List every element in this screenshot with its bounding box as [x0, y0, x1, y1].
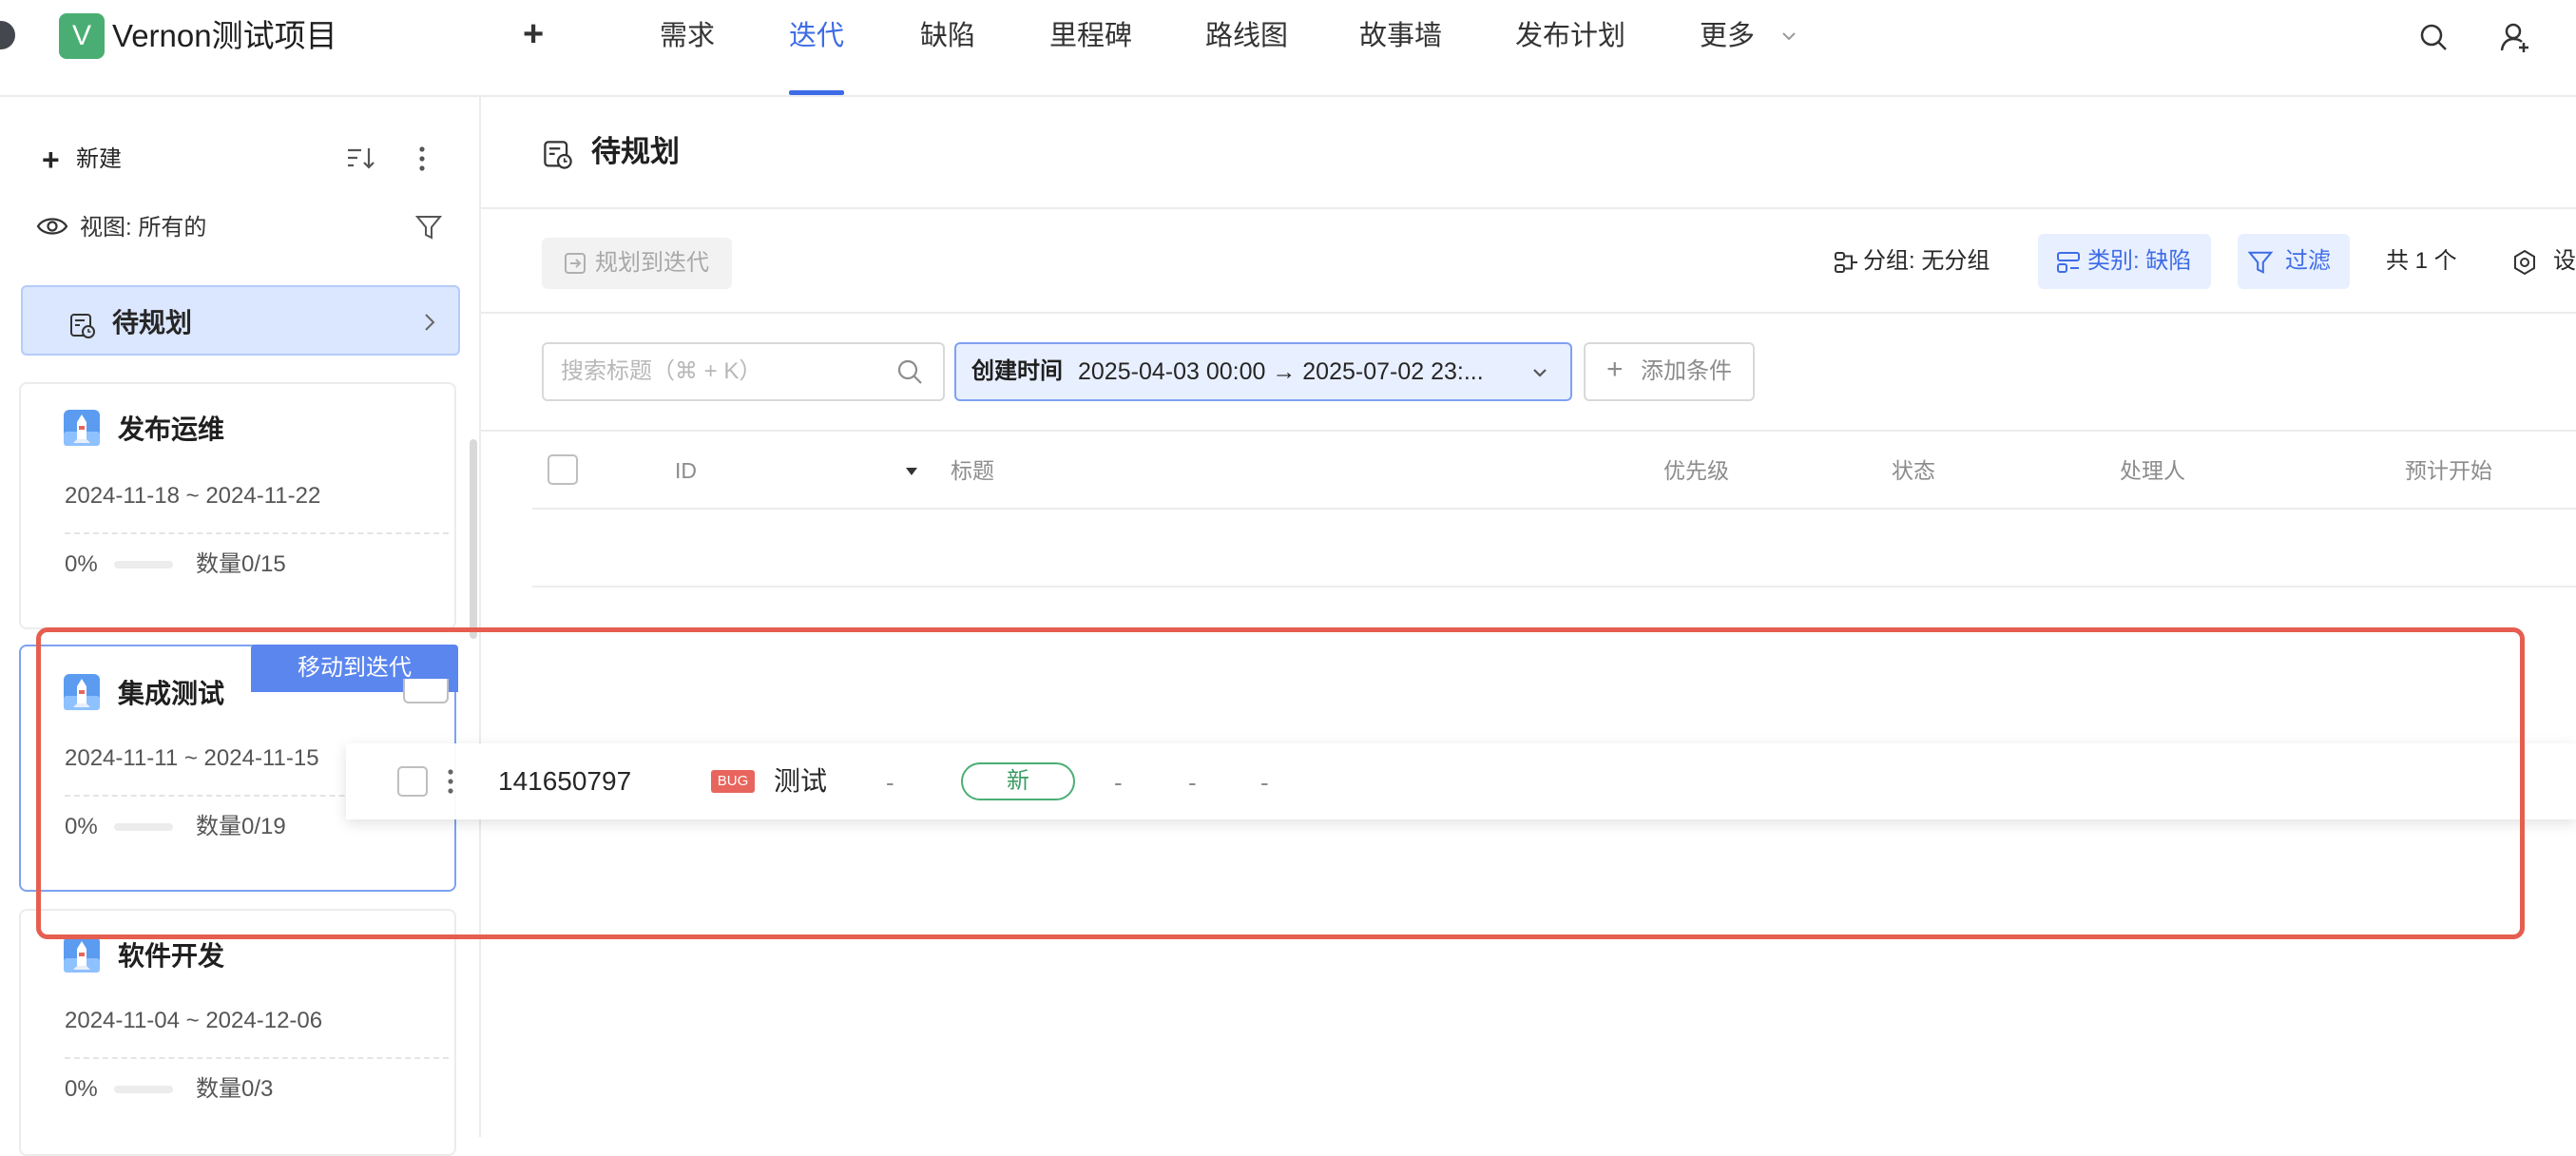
bug-badge: BUG: [711, 770, 755, 793]
row-checkbox[interactable]: [397, 766, 428, 797]
divider: [65, 532, 449, 534]
filter-label: 过滤: [2285, 248, 2331, 274]
plus-icon: +: [1606, 354, 1624, 385]
sort-icon[interactable]: [346, 144, 378, 173]
group-by-selector[interactable]: 分组: 无分组: [1863, 245, 1990, 278]
nav-tab-defects[interactable]: 缺陷: [920, 17, 975, 55]
filter-value: 2025-04-03 00:00 → 2025-07-02 23:...: [1078, 358, 1484, 385]
iteration-progress-bar: [114, 561, 173, 568]
backlog-icon: [68, 312, 97, 340]
iteration-dates: 2024-11-18 ~ 2024-11-22: [65, 483, 321, 509]
column-header-status[interactable]: 状态: [1892, 454, 1935, 487]
plus-icon[interactable]: +: [42, 144, 60, 175]
eye-icon: [36, 215, 68, 238]
iteration-icon: [63, 409, 101, 447]
search-icon[interactable]: [2417, 21, 2450, 53]
row-title[interactable]: 测试: [774, 764, 827, 799]
more-options-icon[interactable]: [411, 143, 433, 175]
iteration-progress-percent: 0%: [65, 1076, 98, 1102]
column-header-title[interactable]: 标题: [951, 454, 994, 487]
column-header-assignee[interactable]: 处理人: [2120, 454, 2185, 487]
user-icon[interactable]: [2499, 21, 2531, 53]
iteration-title: 发布运维: [118, 414, 225, 444]
iteration-count: 数量0/19: [196, 814, 286, 839]
add-condition-label: 添加条件: [1641, 358, 1732, 384]
drag-handle-icon[interactable]: [445, 766, 456, 797]
nav-tab-release-plan[interactable]: 发布计划: [1515, 17, 1625, 55]
iteration-progress-bar: [114, 1086, 173, 1093]
filter-icon[interactable]: [414, 213, 443, 241]
iteration-count: 数量0/15: [196, 551, 286, 577]
type-icon: [2055, 249, 2082, 276]
iteration-progress-bar: [114, 823, 173, 831]
card-action-button[interactable]: [403, 679, 449, 703]
filter-key: 创建时间: [971, 358, 1063, 384]
add-button[interactable]: +: [523, 13, 544, 55]
group-icon: [1833, 249, 1859, 276]
column-header-id[interactable]: ID: [675, 454, 697, 487]
nav-tab-story-wall[interactable]: 故事墙: [1359, 17, 1442, 55]
divider: [481, 430, 2576, 432]
type-filter-label: 类别: 缺陷: [2087, 248, 2192, 274]
project-logo: V: [59, 13, 105, 59]
nav-tab-more[interactable]: 更多: [1700, 17, 1755, 55]
plan-button-label: 规划到迭代: [595, 250, 709, 276]
column-header-planned-start[interactable]: 预计开始: [2405, 454, 2492, 487]
chevron-down-icon[interactable]: [1530, 363, 1549, 382]
column-header-priority[interactable]: 优先级: [1663, 454, 1729, 487]
iteration-progress-percent: 0%: [65, 551, 98, 577]
iteration-dates: 2024-11-04 ~ 2024-12-06: [65, 1008, 323, 1033]
nav-tab-requirements[interactable]: 需求: [660, 17, 715, 55]
settings-icon[interactable]: [2511, 249, 2538, 276]
iteration-icon: [63, 935, 101, 973]
new-iteration-button[interactable]: 新建: [76, 144, 122, 175]
sidebar-item-label: 待规划: [112, 308, 193, 337]
plan-icon: [563, 251, 587, 276]
row-id[interactable]: 141650797: [498, 764, 631, 799]
iteration-title: 集成测试: [118, 679, 225, 708]
settings-label[interactable]: 设: [2553, 245, 2576, 278]
search-input[interactable]: [561, 356, 875, 388]
iteration-progress-percent: 0%: [65, 814, 98, 839]
page-title: 待规划: [591, 135, 680, 168]
divider: [532, 508, 2576, 510]
nav-tab-iterations[interactable]: 迭代: [789, 17, 844, 55]
total-count: 共 1 个: [2386, 248, 2457, 274]
sort-desc-icon[interactable]: [905, 466, 918, 477]
status-badge[interactable]: 新: [961, 762, 1075, 800]
iteration-title: 软件开发: [118, 941, 225, 971]
active-tab-indicator: [789, 90, 844, 95]
row-planned-end: -: [1260, 768, 1269, 797]
sidebar-scrollbar[interactable]: [470, 439, 477, 639]
iteration-icon: [63, 673, 101, 711]
view-selector[interactable]: 视图: 所有的: [80, 213, 206, 243]
row-priority: -: [886, 768, 894, 797]
nav-tab-milestones[interactable]: 里程碑: [1049, 17, 1132, 55]
filter-icon: [2247, 249, 2274, 276]
select-all-checkbox[interactable]: [548, 454, 578, 485]
divider: [65, 1057, 449, 1059]
divider: [481, 312, 2576, 314]
nav-tab-roadmap[interactable]: 路线图: [1205, 17, 1288, 55]
row-planned-start: -: [1188, 768, 1197, 797]
iteration-count: 数量0/3: [196, 1076, 274, 1102]
project-name[interactable]: Vernon测试项目: [112, 17, 337, 55]
chevron-right-icon: [422, 312, 437, 333]
dragged-table-row[interactable]: [346, 743, 2576, 819]
row-assignee: -: [1114, 768, 1123, 797]
iteration-dates: 2024-11-11 ~ 2024-11-15: [65, 745, 319, 771]
backlog-icon: [542, 139, 574, 171]
divider: [532, 586, 2576, 588]
chevron-down-icon[interactable]: [1779, 27, 1798, 46]
search-icon[interactable]: [895, 357, 924, 386]
divider: [481, 207, 2576, 209]
